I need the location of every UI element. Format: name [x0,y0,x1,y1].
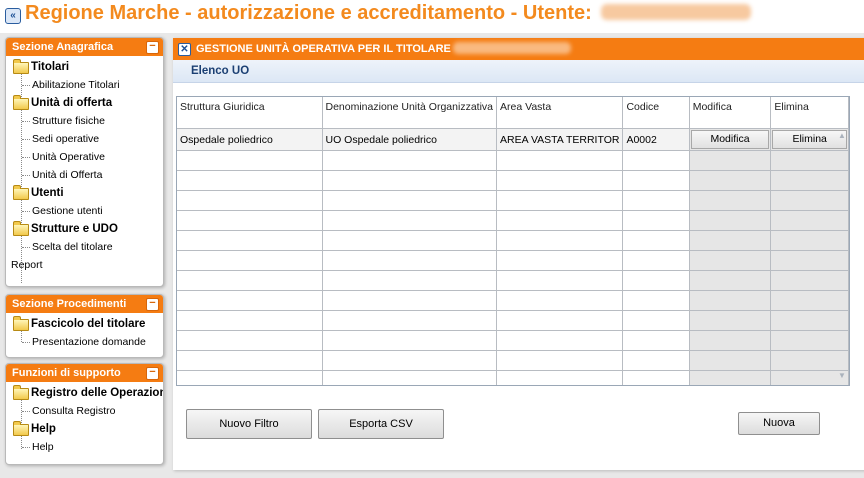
collapse-panel-icon[interactable]: − [146,298,159,311]
folder-icon [13,221,29,236]
panel-sezione-anagrafica: Sezione Anagrafica − Titolari Abilitazio… [5,37,164,287]
table-row-empty [177,150,849,171]
table-row-empty [177,370,849,385]
folder-icon [13,185,29,200]
panel-header: Sezione Anagrafica − [6,38,163,56]
tree-category-help[interactable]: Help [6,420,163,438]
table-row-empty [177,310,849,331]
collapse-panel-icon[interactable]: − [146,41,159,54]
table-row-empty [177,190,849,211]
tree-category-titolari[interactable]: Titolari [6,58,163,76]
close-icon[interactable]: ✕ [178,43,191,56]
nuovo-filtro-button[interactable]: Nuovo Filtro [186,409,312,439]
scroll-down-icon[interactable]: ▼ [835,369,849,383]
folder-icon [13,316,29,331]
folder-icon [13,95,29,110]
collapse-panel-icon[interactable]: − [146,367,159,380]
folder-icon [13,59,29,74]
folder-icon [13,421,29,436]
tree-item-abilitazione-titolari[interactable]: Abilitazione Titolari [6,76,163,94]
main-panel-header: ✕ GESTIONE UNITÀ OPERATIVA PER IL TITOLA… [173,38,864,60]
table-header-row: Struttura Giuridica Denominazione Unità … [177,97,849,129]
tree-category-strutture-e-udo[interactable]: Strutture e UDO [6,220,163,238]
sidebar: Sezione Anagrafica − Titolari Abilitazio… [0,33,170,478]
table-row-empty [177,210,849,231]
section-title: Elenco UO [173,60,864,83]
uo-table: Struttura Giuridica Denominazione Unità … [177,97,849,385]
column-header[interactable]: Elimina [770,97,849,129]
table-row-empty [177,250,849,271]
owner-name-redacted [452,42,571,54]
panel-funzioni-di-supporto: Funzioni di supporto − Registro delle Op… [5,363,164,465]
folder-icon [13,385,29,400]
panel-header: Sezione Procedimenti − [6,295,163,313]
table-row-empty [177,270,849,291]
column-header[interactable]: Area Vasta [496,97,624,129]
app-title: Regione Marche - autorizzazione e accred… [25,2,752,25]
table-row-empty [177,330,849,351]
tree-item-sedi-operative[interactable]: Sedi operative [6,130,163,148]
tree-item-consulta-registro[interactable]: Consulta Registro [6,402,163,420]
cell-struttura: Ospedale poliedrico [177,128,323,151]
cell-codice: A0002 [622,128,690,151]
panel-title: Funzioni di supporto [12,367,121,379]
table-row-empty [177,170,849,191]
tree-category-unita-di-offerta[interactable]: Unità di offerta [6,94,163,112]
uo-grid: Struttura Giuridica Denominazione Unità … [176,96,850,386]
column-header[interactable]: Denominazione Unità Organizzativa [322,97,498,129]
app-title-text: Regione Marche - autorizzazione e accred… [25,2,592,24]
table-row[interactable]: Ospedale poliedrico UO Ospedale poliedri… [177,128,849,151]
tree-item-unita-operative[interactable]: Unità Operative [6,148,163,166]
main-panel-title: GESTIONE UNITÀ OPERATIVA PER IL TITOLARE [196,43,451,55]
modifica-button[interactable]: Modifica [690,130,770,149]
tree-item-scelta-del-titolare[interactable]: Scelta del titolare [6,238,163,256]
column-header[interactable]: Modifica [689,97,772,129]
table-row-empty [177,230,849,251]
nuova-button[interactable]: Nuova [738,412,820,435]
panel-title: Sezione Anagrafica [12,41,114,53]
panel-title: Sezione Procedimenti [12,298,127,310]
cell-denominazione: UO Ospedale poliedrico [322,128,498,151]
panel-sezione-procedimenti: Sezione Procedimenti − Fascicolo del tit… [5,294,164,358]
tree-category-utenti[interactable]: Utenti [6,184,163,202]
tree-category-registro-delle-operazioni[interactable]: Registro delle Operazioni [6,384,163,402]
esporta-csv-button[interactable]: Esporta CSV [318,409,444,439]
cell-area-vasta: AREA VASTA TERRITOR [496,128,624,151]
column-header[interactable]: Codice [622,97,690,129]
tree-item-report[interactable]: Report [6,256,163,274]
panel-header: Funzioni di supporto − [6,364,163,382]
tree-item-presentazione-domande[interactable]: Presentazione domande [6,333,163,351]
main-area: ✕ GESTIONE UNITÀ OPERATIVA PER IL TITOLA… [170,33,864,478]
user-name-redacted [601,4,752,20]
tree-item-strutture-fisiche[interactable]: Strutture fisiche [6,112,163,130]
column-header[interactable]: Struttura Giuridica [177,97,323,129]
tree-category-fascicolo-del-titolare[interactable]: Fascicolo del titolare [6,315,163,333]
main-panel: ✕ GESTIONE UNITÀ OPERATIVA PER IL TITOLA… [173,38,864,470]
tree-item-gestione-utenti[interactable]: Gestione utenti [6,202,163,220]
tree-item-unita-di-offerta[interactable]: Unità di Offerta [6,166,163,184]
table-row-empty [177,350,849,371]
collapse-header-icon[interactable]: « [5,8,21,24]
table-row-empty [177,290,849,311]
tree-item-help[interactable]: Help [6,438,163,456]
scroll-up-icon[interactable]: ▲ [835,129,849,143]
